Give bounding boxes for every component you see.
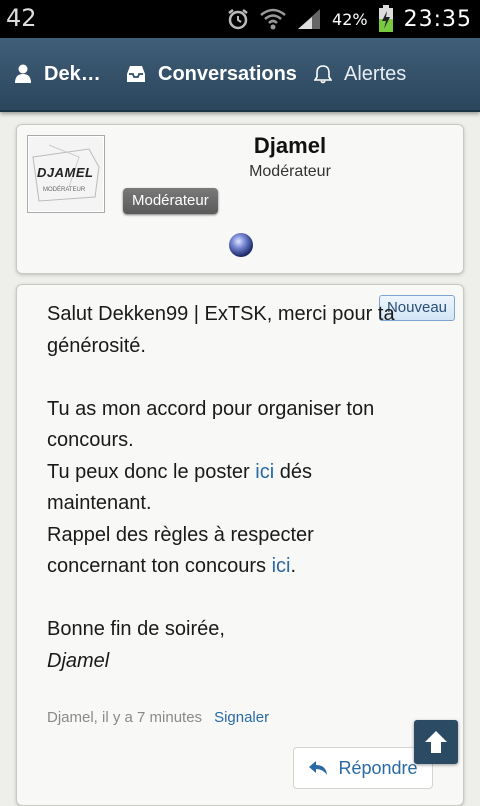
message-author-time[interactable]: Djamel, il y a 7 minutes — [47, 709, 202, 726]
status-notification-count: 42 — [6, 4, 37, 32]
sender-username[interactable]: Djamel — [17, 133, 480, 159]
wifi-icon — [260, 8, 286, 30]
message-paragraph: Rappel des règles à respecter concernant… — [47, 523, 314, 578]
message-signature: Djamel — [47, 649, 110, 672]
status-bar: 42 42% 23:35 — [0, 0, 480, 38]
message-body: Salut Dekken99 | ExTSK, merci pour ta gé… — [47, 299, 407, 677]
message-paragraph: Tu as mon accord pour organiser ton conc… — [47, 397, 375, 452]
message-paragraph: Salut Dekken99 | ExTSK, merci pour ta gé… — [47, 303, 395, 357]
message-paragraph: Tu peux donc le poster ici dés maintenan… — [47, 460, 312, 515]
message-card: Nouveau Salut Dekken99 | ExTSK, merci po… — [16, 284, 464, 806]
nav-account-label: Dek… — [44, 62, 101, 85]
nav-conversations[interactable]: Conversations — [126, 38, 297, 110]
alarm-icon — [228, 9, 248, 30]
battery-charging-icon — [378, 5, 393, 32]
clock: 23:35 — [403, 6, 472, 32]
role-badge: Modérateur — [123, 188, 218, 214]
reply-button-label: Répondre — [338, 757, 418, 778]
bell-icon — [314, 65, 332, 84]
reply-button[interactable]: Répondre — [293, 747, 433, 789]
battery-percent: 42% — [332, 9, 368, 29]
status-icons: 42% 23:35 — [226, 5, 472, 32]
nav-alerts-label: Alertes — [344, 62, 407, 85]
inbox-icon — [127, 66, 145, 82]
nav-account[interactable]: Dek… — [14, 38, 101, 110]
rules-link[interactable]: ici — [272, 555, 291, 577]
reply-icon — [309, 761, 328, 775]
nav-alerts[interactable]: Alertes — [314, 38, 406, 110]
message-paragraph: Bonne fin de soirée, — [47, 618, 225, 640]
nav-conversations-label: Conversations — [158, 62, 297, 85]
message-meta: Djamel, il y a 7 minutes Signaler — [47, 709, 269, 726]
user-icon — [15, 64, 31, 83]
arrow-up-icon — [425, 731, 447, 753]
trophy-globe-icon — [229, 233, 253, 257]
avatar-subtext: MODÉRATEUR — [43, 187, 86, 193]
sender-profile-card: DJAMEL MODÉRATEUR Djamel Modérateur Modé… — [16, 124, 464, 274]
sender-title: Modérateur — [249, 163, 331, 180]
report-link[interactable]: Signaler — [214, 709, 269, 726]
top-navigation: Dek… Conversations Alertes — [0, 38, 480, 112]
scroll-to-top-button[interactable] — [414, 720, 458, 764]
signal-icon — [298, 9, 321, 29]
post-here-link[interactable]: ici — [255, 461, 274, 483]
